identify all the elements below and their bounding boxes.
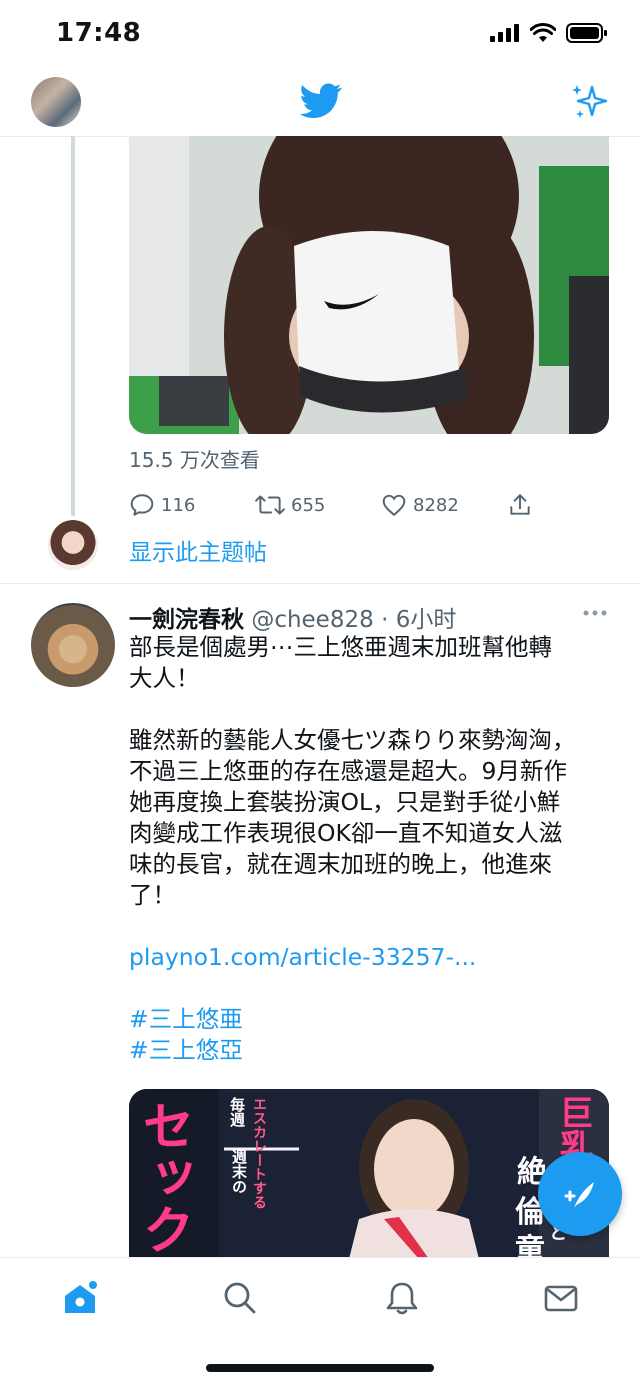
- thread-author-avatar[interactable]: [48, 520, 98, 570]
- profile-avatar[interactable]: [31, 77, 81, 127]
- hashtag-link[interactable]: #三上悠亞: [129, 1035, 609, 1066]
- retweet-button[interactable]: 655: [255, 492, 325, 518]
- share-icon: [510, 494, 530, 515]
- tweet-author-row: 一劍浣春秋 @chee828 · 6小时: [129, 600, 456, 634]
- show-thread-link[interactable]: 显示此主题帖: [129, 533, 267, 567]
- tab-messages[interactable]: [539, 1276, 583, 1320]
- tweet-line: 部長是個處男⋯三上悠亜週末加班幫他轉: [129, 633, 552, 661]
- tweet-line-break: [129, 973, 609, 1004]
- messages-icon: [544, 1285, 578, 1312]
- video-frame-image: [129, 136, 609, 434]
- dot-separator: ·: [381, 607, 389, 633]
- sparkle-icon[interactable]: [570, 83, 610, 121]
- compose-tweet-button[interactable]: [538, 1152, 622, 1236]
- image-text-h: 童: [515, 1233, 545, 1259]
- cellular-signal-icon: [490, 24, 519, 42]
- twitter-bird-icon[interactable]: [300, 83, 342, 119]
- like-count: 8282: [413, 494, 459, 516]
- battery-icon: [566, 23, 607, 43]
- reply-icon: [130, 494, 154, 516]
- tweet-video-thumbnail[interactable]: [129, 136, 609, 434]
- image-text-d: セック: [133, 1099, 193, 1255]
- retweet-count: 655: [291, 494, 326, 516]
- tweet-line: 味的長官，就在週末加班的晚上，他進來: [129, 850, 552, 878]
- thread-connector-line: [71, 136, 75, 516]
- reply-button[interactable]: 116: [129, 492, 195, 518]
- share-button[interactable]: [507, 492, 533, 518]
- tab-search[interactable]: [218, 1276, 262, 1320]
- hashtag-link[interactable]: #三上悠亜: [129, 1004, 609, 1035]
- search-icon: [224, 1282, 256, 1314]
- tweet-line: 了！: [129, 881, 176, 909]
- author-avatar[interactable]: [31, 603, 115, 687]
- author-handle[interactable]: @chee828: [251, 607, 373, 633]
- notifications-icon: [386, 1282, 418, 1315]
- tweet-line-break: [129, 694, 609, 725]
- tweet-line: 大人！: [129, 664, 200, 692]
- tweet-time: 6小时: [395, 607, 457, 633]
- tweet-line: 雖然新的藝能人女優七ツ森りり來勢洶洶，: [129, 726, 576, 754]
- home-icon: [65, 1279, 99, 1313]
- tab-home[interactable]: [58, 1276, 102, 1320]
- tweet-line: 肉變成工作表現很OK卻一直不知道女人滋: [129, 819, 563, 847]
- tweet-actions: 116 655 8282: [129, 492, 549, 522]
- author-display-name[interactable]: 一劍浣春秋: [129, 607, 244, 633]
- tweet-line: 不過三上悠亜的存在感還是超大。9月新作: [129, 757, 567, 785]
- tweet-body: 部長是個處男⋯三上悠亜週末加班幫他轉 大人！ 雖然新的藝能人女優七ツ森りり來勢洶…: [129, 632, 609, 1066]
- tweet-separator: [0, 583, 640, 584]
- tweet-image[interactable]: 毎週 エスカレートする 週末の セック 巨乳 絶 倫 童 と: [129, 1089, 609, 1259]
- more-horizontal-icon[interactable]: [583, 608, 607, 618]
- image-text-b: エスカレートする: [251, 1097, 267, 1209]
- view-count: 15.5 万次查看: [129, 448, 260, 472]
- heart-icon: [382, 494, 406, 517]
- home-indicator: [206, 1364, 434, 1372]
- retweet-icon: [255, 495, 285, 515]
- like-button[interactable]: 8282: [381, 492, 459, 518]
- tweet-line-break: [129, 911, 609, 942]
- status-time: 17:48: [56, 18, 142, 48]
- tab-notifications[interactable]: [380, 1276, 424, 1320]
- reply-count: 116: [161, 494, 196, 516]
- wifi-icon: [530, 23, 556, 42]
- tweet-link[interactable]: playno1.com/article-33257-...: [129, 942, 609, 973]
- tweet-line: 她再度換上套裝扮演OL，只是對手從小鮮: [129, 788, 561, 816]
- compose-feather-icon: [564, 1182, 594, 1208]
- image-text-a: 毎週: [228, 1097, 246, 1127]
- image-text-c: 週末の: [230, 1149, 248, 1194]
- status-icons: [490, 22, 608, 44]
